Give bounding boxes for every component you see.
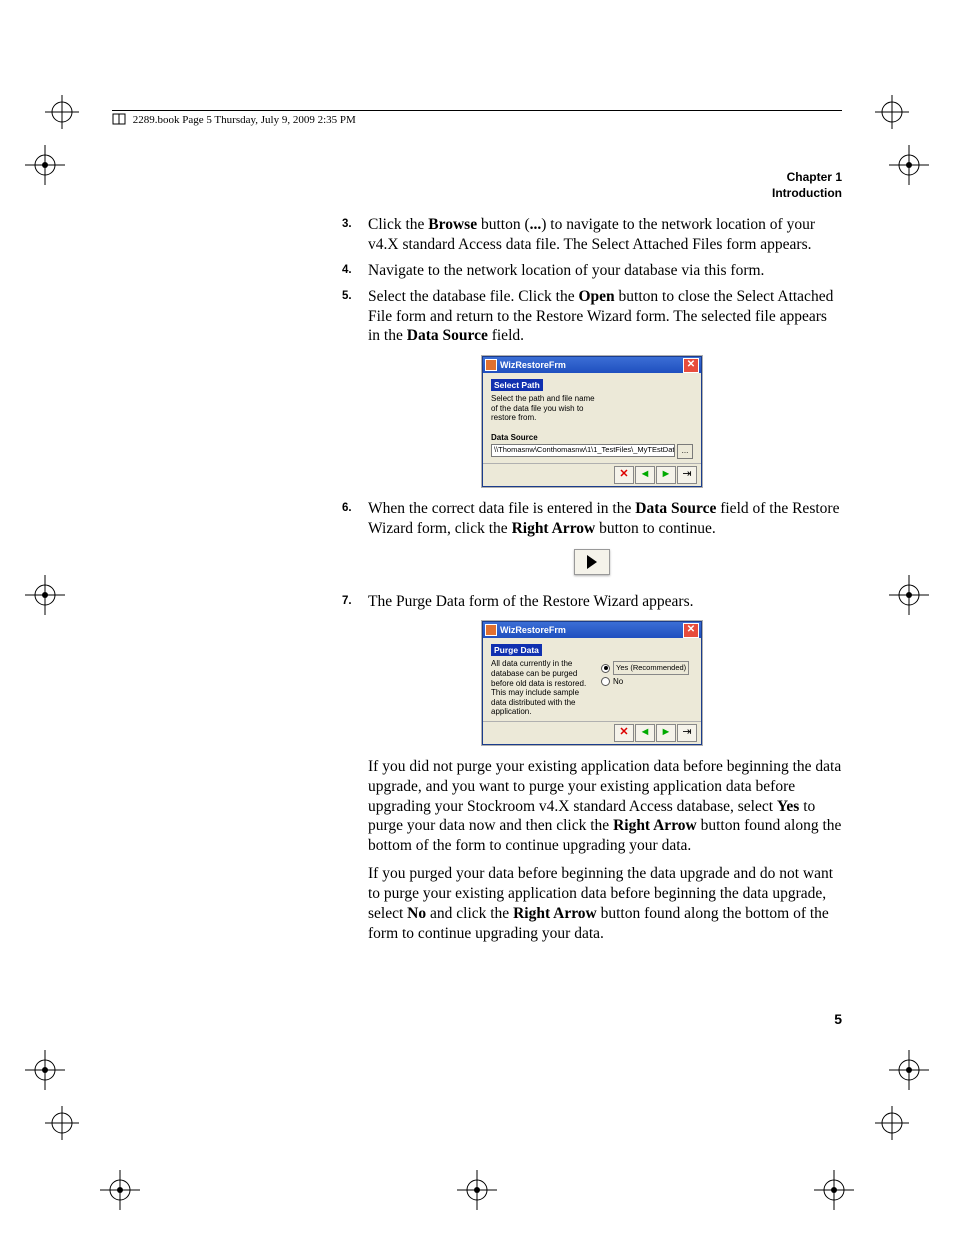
step-3: 3. Click the Browse button (...) to navi… (342, 215, 842, 255)
step-text: The Purge Data form of the Restore Wizar… (368, 593, 693, 610)
crop-mark-icon (875, 95, 909, 129)
frame-header-text: 2289.book Page 5 Thursday, July 9, 2009 … (133, 114, 356, 126)
cancel-button[interactable]: ✕ (614, 466, 634, 484)
registration-mark-icon (95, 1165, 145, 1215)
close-icon[interactable]: ✕ (683, 358, 699, 373)
step-number: 5. (342, 289, 352, 304)
dialog-title: WizRestoreFrm (500, 360, 566, 370)
chapter-title: Introduction (112, 186, 842, 202)
step-6: 6. When the correct data file is entered… (342, 499, 842, 539)
radio-no-row[interactable]: No (601, 677, 693, 686)
dialog-wizrestore-purge-data: WizRestoreFrm ✕ Purge Data All data curr… (482, 621, 702, 745)
finish-button[interactable]: ⇥ (677, 466, 697, 484)
chapter-header: Chapter 1 Introduction (112, 170, 842, 201)
frame-header: 2289.book Page 5 Thursday, July 9, 2009 … (112, 110, 842, 128)
dialog-footer: ✕ ◄ ► ⇥ (483, 463, 701, 486)
dialog-heading: Purge Data (491, 644, 542, 656)
cancel-button[interactable]: ✕ (614, 724, 634, 742)
app-icon (485, 624, 497, 636)
crop-mark-icon (875, 1106, 909, 1140)
dialog-wizrestore-select-path: WizRestoreFrm ✕ Select Path Select the p… (482, 356, 702, 487)
registration-mark-icon (452, 1165, 502, 1215)
dialog-body-text: All data currently in the database can b… (491, 659, 595, 717)
chapter-number: Chapter 1 (112, 170, 842, 186)
radio-yes-label: Yes (Recommended) (613, 661, 689, 675)
registration-mark-icon (884, 140, 934, 190)
dialog-heading: Select Path (491, 379, 543, 391)
registration-mark-icon (20, 1045, 70, 1095)
crop-mark-icon (45, 1106, 79, 1140)
back-button[interactable]: ◄ (635, 724, 655, 742)
browse-button[interactable]: ... (677, 444, 693, 459)
data-source-label: Data Source (491, 433, 693, 442)
registration-mark-icon (20, 570, 70, 620)
book-icon (112, 113, 126, 128)
dialog-footer: ✕ ◄ ► ⇥ (483, 721, 701, 744)
back-button[interactable]: ◄ (635, 466, 655, 484)
crop-mark-icon (45, 95, 79, 129)
finish-button[interactable]: ⇥ (677, 724, 697, 742)
next-button[interactable]: ► (656, 466, 676, 484)
paragraph: If you purged your data before beginning… (368, 864, 842, 943)
data-source-input[interactable]: \\Thomasnw\Conthomasnw\1\1_TestFiles\_My… (491, 444, 675, 457)
step-7: 7. The Purge Data form of the Restore Wi… (342, 592, 842, 612)
step-number: 4. (342, 263, 352, 278)
dialog-titlebar: WizRestoreFrm ✕ (483, 357, 701, 373)
step-number: 6. (342, 501, 352, 516)
step-4: 4. Navigate to the network location of y… (342, 261, 842, 281)
figure-purge-data: WizRestoreFrm ✕ Purge Data All data curr… (342, 621, 842, 745)
step-text: Click the Browse button (...) to navigat… (368, 216, 815, 253)
step-5: 5. Select the database file. Click the O… (342, 287, 842, 346)
paragraph: If you did not purge your existing appli… (368, 757, 842, 856)
step-text: Navigate to the network location of your… (368, 262, 764, 279)
step-number: 3. (342, 217, 352, 232)
right-arrow-icon (574, 549, 610, 575)
step-number: 7. (342, 594, 352, 609)
dialog-title: WizRestoreFrm (500, 625, 566, 635)
figure-right-arrow-button (342, 549, 842, 580)
step-text: When the correct data file is entered in… (368, 500, 839, 537)
dialog-titlebar: WizRestoreFrm ✕ (483, 622, 701, 638)
page-content: Chapter 1 Introduction 3. Click the Brow… (112, 170, 842, 951)
radio-yes-row[interactable]: Yes (Recommended) (601, 661, 693, 675)
registration-mark-icon (884, 570, 934, 620)
radio-icon (601, 677, 610, 686)
next-button[interactable]: ► (656, 724, 676, 742)
radio-no-label: No (613, 677, 623, 686)
registration-mark-icon (884, 1045, 934, 1095)
step-text: Select the database file. Click the Open… (368, 288, 833, 345)
registration-mark-icon (20, 140, 70, 190)
app-icon (485, 359, 497, 371)
dialog-body-text: Select the path and file name of the dat… (491, 394, 601, 423)
page-number: 5 (834, 1011, 842, 1027)
close-icon[interactable]: ✕ (683, 623, 699, 638)
registration-mark-icon (809, 1165, 859, 1215)
radio-icon (601, 664, 610, 673)
figure-select-path: WizRestoreFrm ✕ Select Path Select the p… (342, 356, 842, 487)
